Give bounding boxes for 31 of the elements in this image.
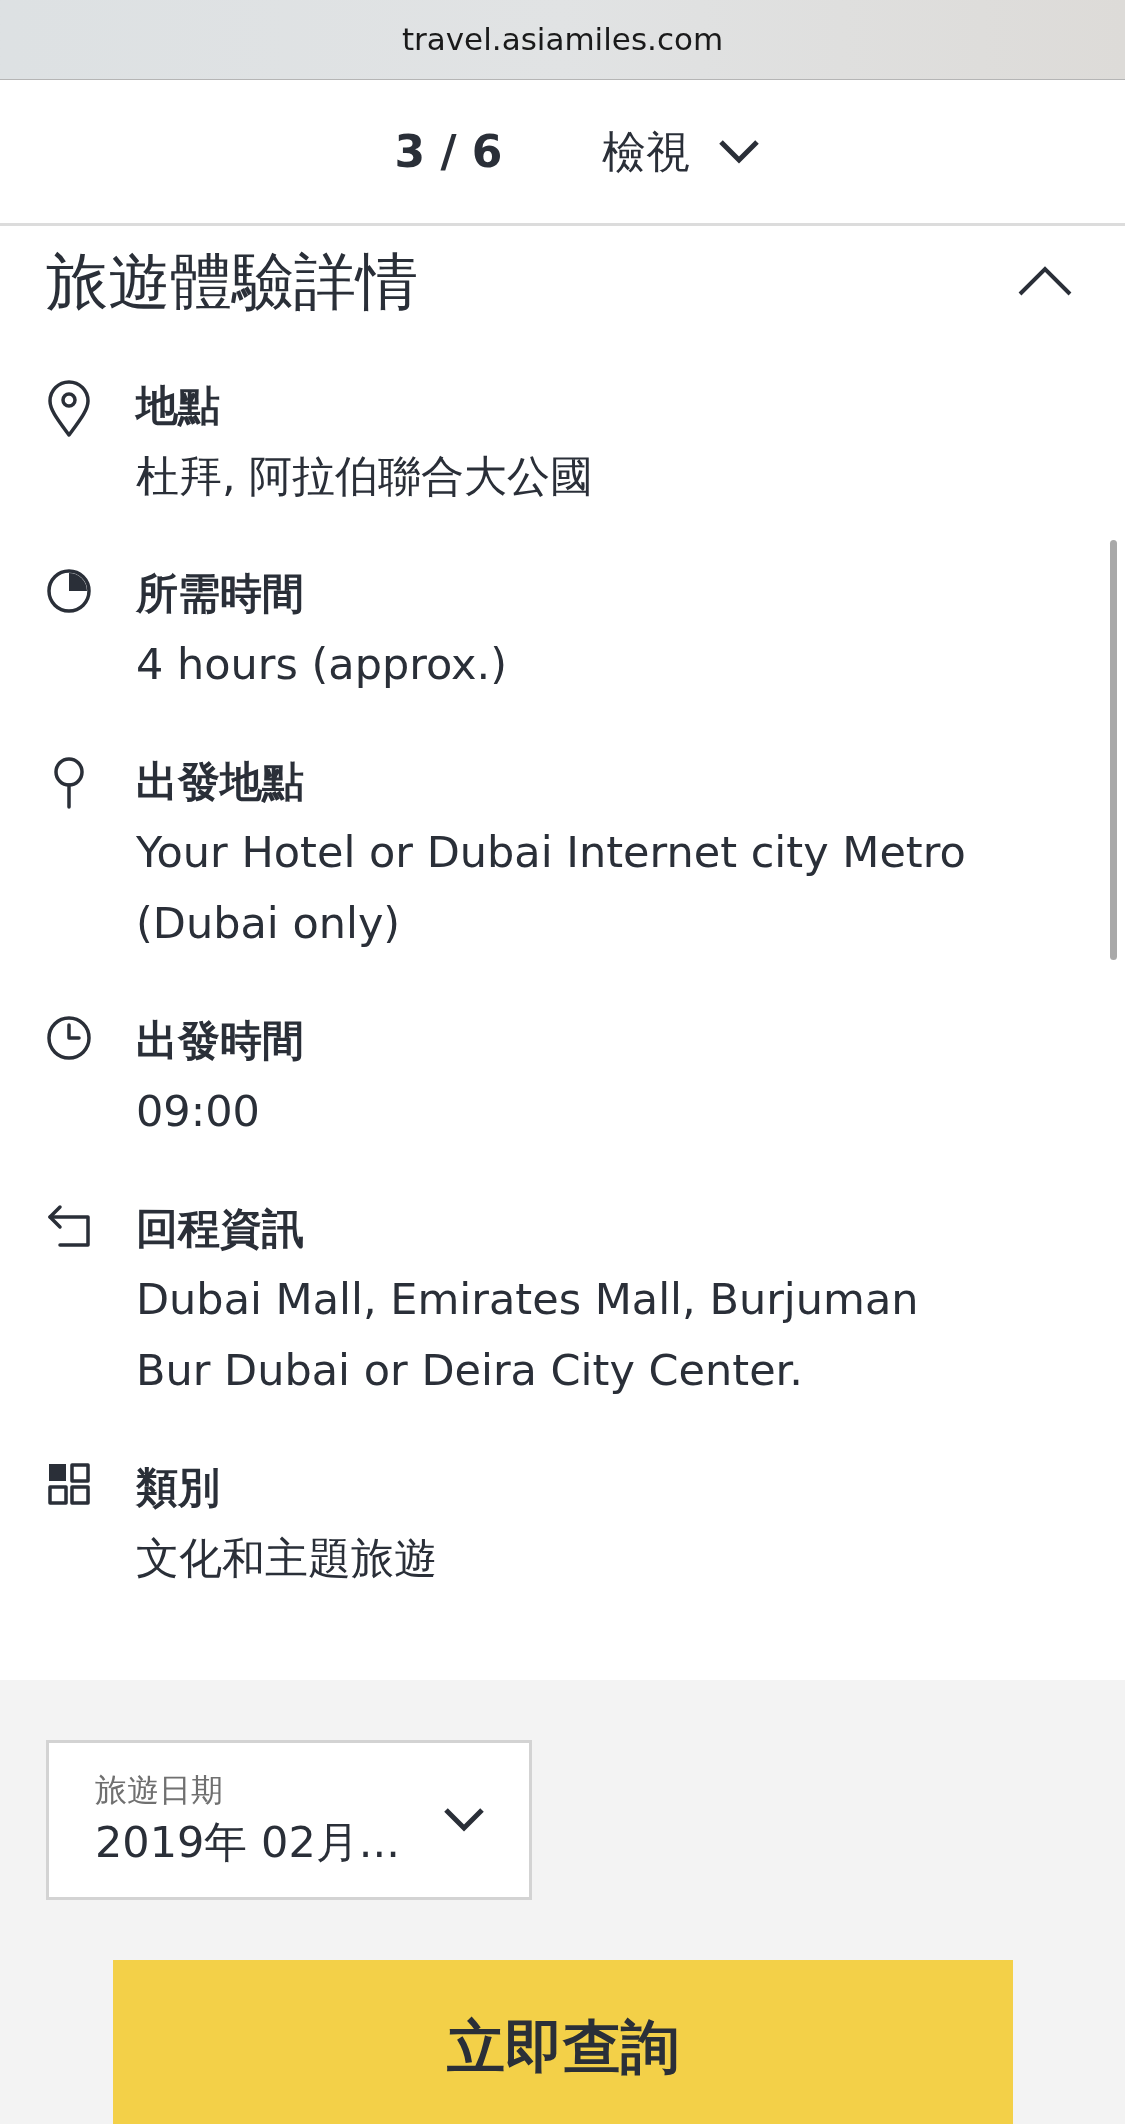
detail-label: 出發地點 [136,756,305,808]
pie-chart-icon [46,568,92,614]
clock-icon [46,1015,92,1061]
detail-value: 09:00 [136,1085,261,1138]
detail-label: 出發時間 [136,1015,304,1067]
detail-label: 地點 [136,380,221,432]
collapse-toggle[interactable] [1017,265,1073,297]
detail-value: (Dubai only) [136,897,402,950]
search-button[interactable]: 立即查詢 [113,1960,1013,2124]
page-counter: 3 / 6 [394,124,503,179]
detail-label: 類別 [136,1462,221,1514]
map-pin-icon [46,380,92,438]
url-text[interactable]: travel.asiamiles.com [401,16,724,63]
date-label: 旅遊日期 [95,1770,224,1811]
detail-label: 回程資訊 [136,1203,305,1255]
chevron-down-icon [718,138,761,165]
detail-value: Bur Dubai or Deira City Center. [136,1344,804,1397]
detail-value: 杜拜, 阿拉伯聯合大公國 [136,450,594,503]
detail-value: Dubai Mall, Emirates Mall, Burjuman [136,1273,919,1326]
date-value: 2019年 02月... [95,1816,400,1869]
detail-label: 所需時間 [136,568,305,620]
chevron-up-icon [1017,265,1073,297]
date-dropdown[interactable]: 旅遊日期 2019年 02月... [46,1740,532,1900]
return-arrow-icon [46,1203,92,1249]
detail-value: 文化和主題旅遊 [136,1532,437,1585]
detail-value: 4 hours (approx.) [136,638,507,691]
chevron-down-icon [443,1807,485,1833]
view-dropdown[interactable]: 檢視 [602,118,761,185]
section-title: 旅遊體驗詳情 [46,243,418,320]
grid-icon [47,1462,91,1506]
detail-value: Your Hotel or Dubai Internet city Metro [136,826,966,879]
